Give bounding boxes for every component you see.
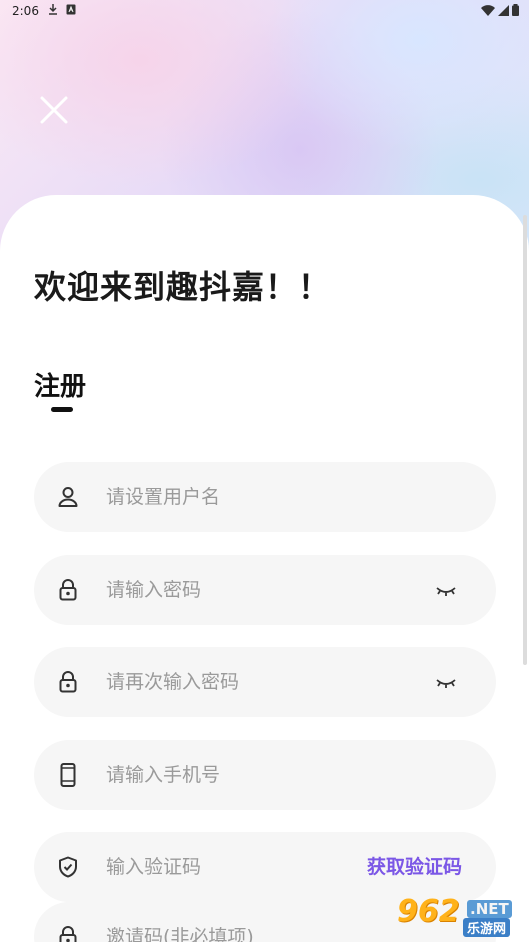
watermark-sub: 乐游网: [463, 918, 511, 937]
watermark-number: 962: [397, 894, 460, 929]
password-field[interactable]: 请输入密码: [34, 555, 496, 625]
user-icon: [56, 485, 80, 509]
confirm-password-placeholder: 请再次输入密码: [106, 671, 240, 693]
verify-code-placeholder: 输入验证码: [106, 856, 202, 878]
close-icon: [40, 96, 68, 124]
lock-icon: [56, 578, 80, 602]
status-icons: [481, 4, 519, 16]
tab-indicator: [51, 407, 73, 412]
password-placeholder: 请输入密码: [106, 579, 202, 601]
status-bar: 2:06: [0, 0, 529, 22]
invite-code-placeholder: 邀请码(非必填项): [106, 926, 254, 942]
verify-code-field[interactable]: 输入验证码 获取验证码: [34, 832, 496, 902]
phone-placeholder: 请输入手机号: [106, 764, 221, 786]
lock-icon: [56, 670, 80, 694]
lock-icon: [56, 925, 80, 942]
tab-register[interactable]: 注册: [34, 366, 86, 403]
scrollbar[interactable]: [523, 215, 527, 665]
battery-icon: [512, 4, 519, 16]
confirm-password-field[interactable]: 请再次输入密码: [34, 647, 496, 717]
eye-closed-icon[interactable]: [434, 672, 458, 692]
download-icon: [48, 4, 58, 19]
get-code-button[interactable]: 获取验证码: [367, 855, 462, 879]
welcome-heading: 欢迎来到趣抖嘉！！: [34, 268, 332, 306]
watermark-logo: 962 .NET 乐游网: [391, 894, 523, 938]
username-field[interactable]: 请设置用户名: [34, 462, 496, 532]
watermark-net: .NET: [467, 900, 512, 918]
status-time: 2:06: [12, 4, 39, 18]
eye-closed-icon[interactable]: [434, 580, 458, 600]
close-button[interactable]: [36, 92, 72, 128]
phone-field[interactable]: 请输入手机号: [34, 740, 496, 810]
username-placeholder: 请设置用户名: [106, 486, 221, 508]
shield-icon: [56, 855, 80, 879]
wifi-icon: [481, 4, 495, 16]
notification-icon: [66, 4, 76, 18]
phone-icon: [56, 763, 80, 787]
signal-icon: [498, 4, 509, 16]
